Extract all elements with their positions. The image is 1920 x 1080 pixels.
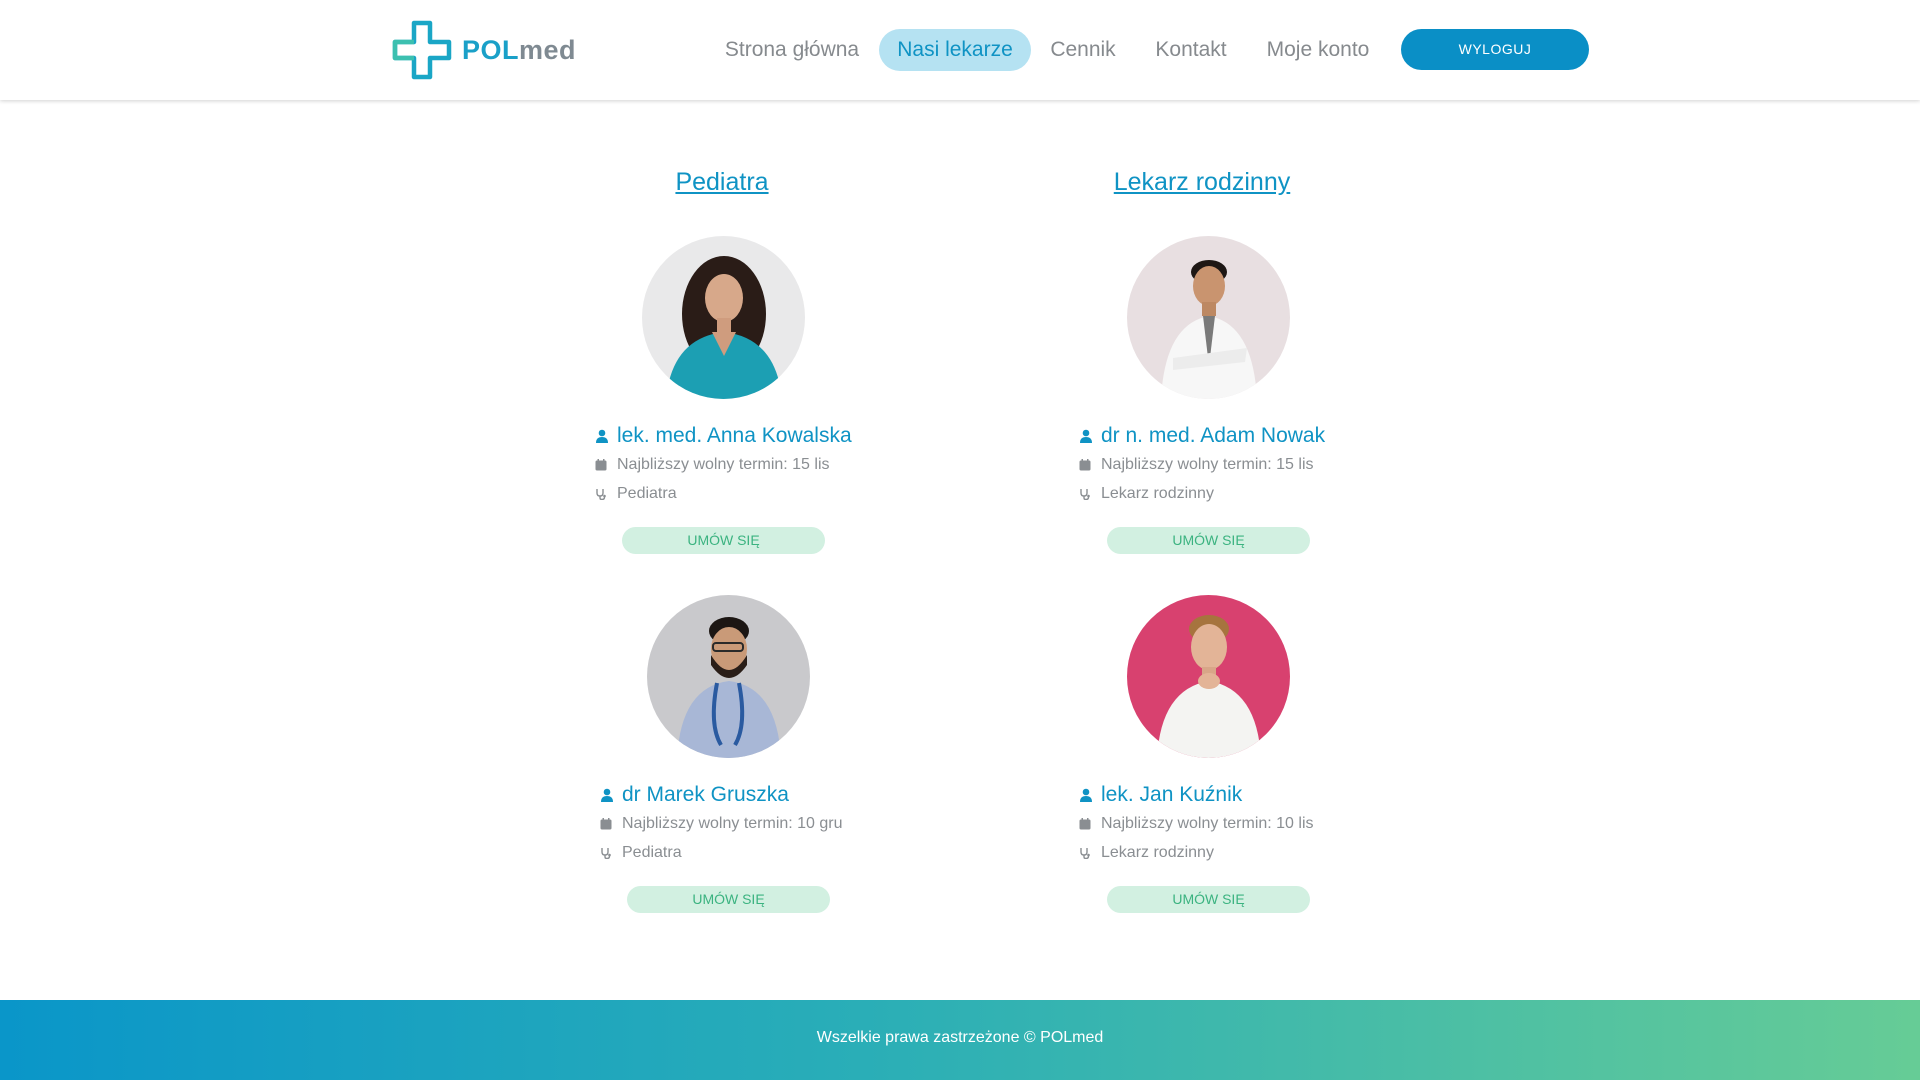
specialty-text: Lekarz rodzinny bbox=[1101, 844, 1214, 861]
doctor-photo bbox=[642, 236, 805, 399]
doctor-name-text: lek. med. Anna Kowalska bbox=[617, 424, 852, 447]
nav-item-pricing[interactable]: Cennik bbox=[1037, 29, 1129, 71]
next-slot-text: Najbliższy wolny termin: 15 lis bbox=[617, 456, 830, 473]
stethoscope-icon bbox=[601, 848, 611, 859]
doctor-photo-image bbox=[647, 595, 810, 758]
logout-button[interactable]: WYLOGUJ bbox=[1401, 29, 1589, 70]
user-doctor-icon bbox=[601, 788, 613, 802]
next-slot-text: Najbliższy wolny termin: 10 lis bbox=[1101, 815, 1314, 832]
stethoscope-icon bbox=[1080, 848, 1090, 859]
doctor-name-text: dr n. med. Adam Nowak bbox=[1101, 424, 1326, 447]
calendar-icon bbox=[600, 818, 612, 830]
calendar-icon bbox=[595, 459, 607, 471]
next-slot-text: Najbliższy wolny termin: 15 lis bbox=[1101, 456, 1314, 473]
nav-item-doctors[interactable]: Nasi lekarze bbox=[879, 29, 1031, 71]
calendar-icon bbox=[1079, 459, 1091, 471]
section-title-family-doctor[interactable]: Lekarz rodzinny bbox=[1062, 165, 1342, 199]
specialty-text: Lekarz rodzinny bbox=[1101, 485, 1214, 502]
book-appointment-button[interactable]: UMÓW SIĘ bbox=[1107, 527, 1310, 554]
doctor-name-text: lek. Jan Kuźnik bbox=[1101, 783, 1243, 806]
doctor-name-text: dr Marek Gruszka bbox=[622, 783, 789, 806]
site-footer: Wszelkie prawa zastrzeżone © POLmed bbox=[0, 1000, 1920, 1080]
user-doctor-icon bbox=[1080, 429, 1092, 443]
user-doctor-icon bbox=[1080, 788, 1092, 802]
doctor-photo bbox=[1127, 236, 1290, 399]
nav-item-my-account[interactable]: Moje konto bbox=[1258, 29, 1378, 71]
copyright-text: Wszelkie prawa zastrzeżone © POLmed bbox=[816, 1029, 1104, 1046]
book-appointment-button[interactable]: UMÓW SIĘ bbox=[622, 527, 825, 554]
specialty-text: Pediatra bbox=[622, 844, 682, 861]
site-header: POLmed Strona główna Nasi lekarze Cennik… bbox=[0, 0, 1920, 100]
book-appointment-button[interactable]: UMÓW SIĘ bbox=[1107, 886, 1310, 913]
doctor-photo bbox=[647, 595, 810, 758]
book-appointment-button[interactable]: UMÓW SIĘ bbox=[627, 886, 830, 913]
nav-item-home[interactable]: Strona główna bbox=[707, 29, 877, 71]
doctor-photo-image bbox=[1127, 595, 1290, 758]
doctor-photo-image bbox=[642, 236, 805, 399]
stethoscope-icon bbox=[1080, 489, 1090, 500]
specialty-text: Pediatra bbox=[617, 485, 677, 502]
section-title-pediatrician[interactable]: Pediatra bbox=[622, 165, 822, 199]
next-slot-text: Najbliższy wolny termin: 10 gru bbox=[622, 815, 843, 832]
user-doctor-icon bbox=[596, 429, 608, 443]
nav-item-contact[interactable]: Kontakt bbox=[1143, 29, 1239, 71]
stethoscope-icon bbox=[596, 489, 606, 500]
doctor-photo-image bbox=[1127, 236, 1290, 399]
calendar-icon bbox=[1079, 818, 1091, 830]
doctor-photo bbox=[1127, 595, 1290, 758]
main-nav: Strona główna Nasi lekarze Cennik Kontak… bbox=[0, 29, 1920, 71]
